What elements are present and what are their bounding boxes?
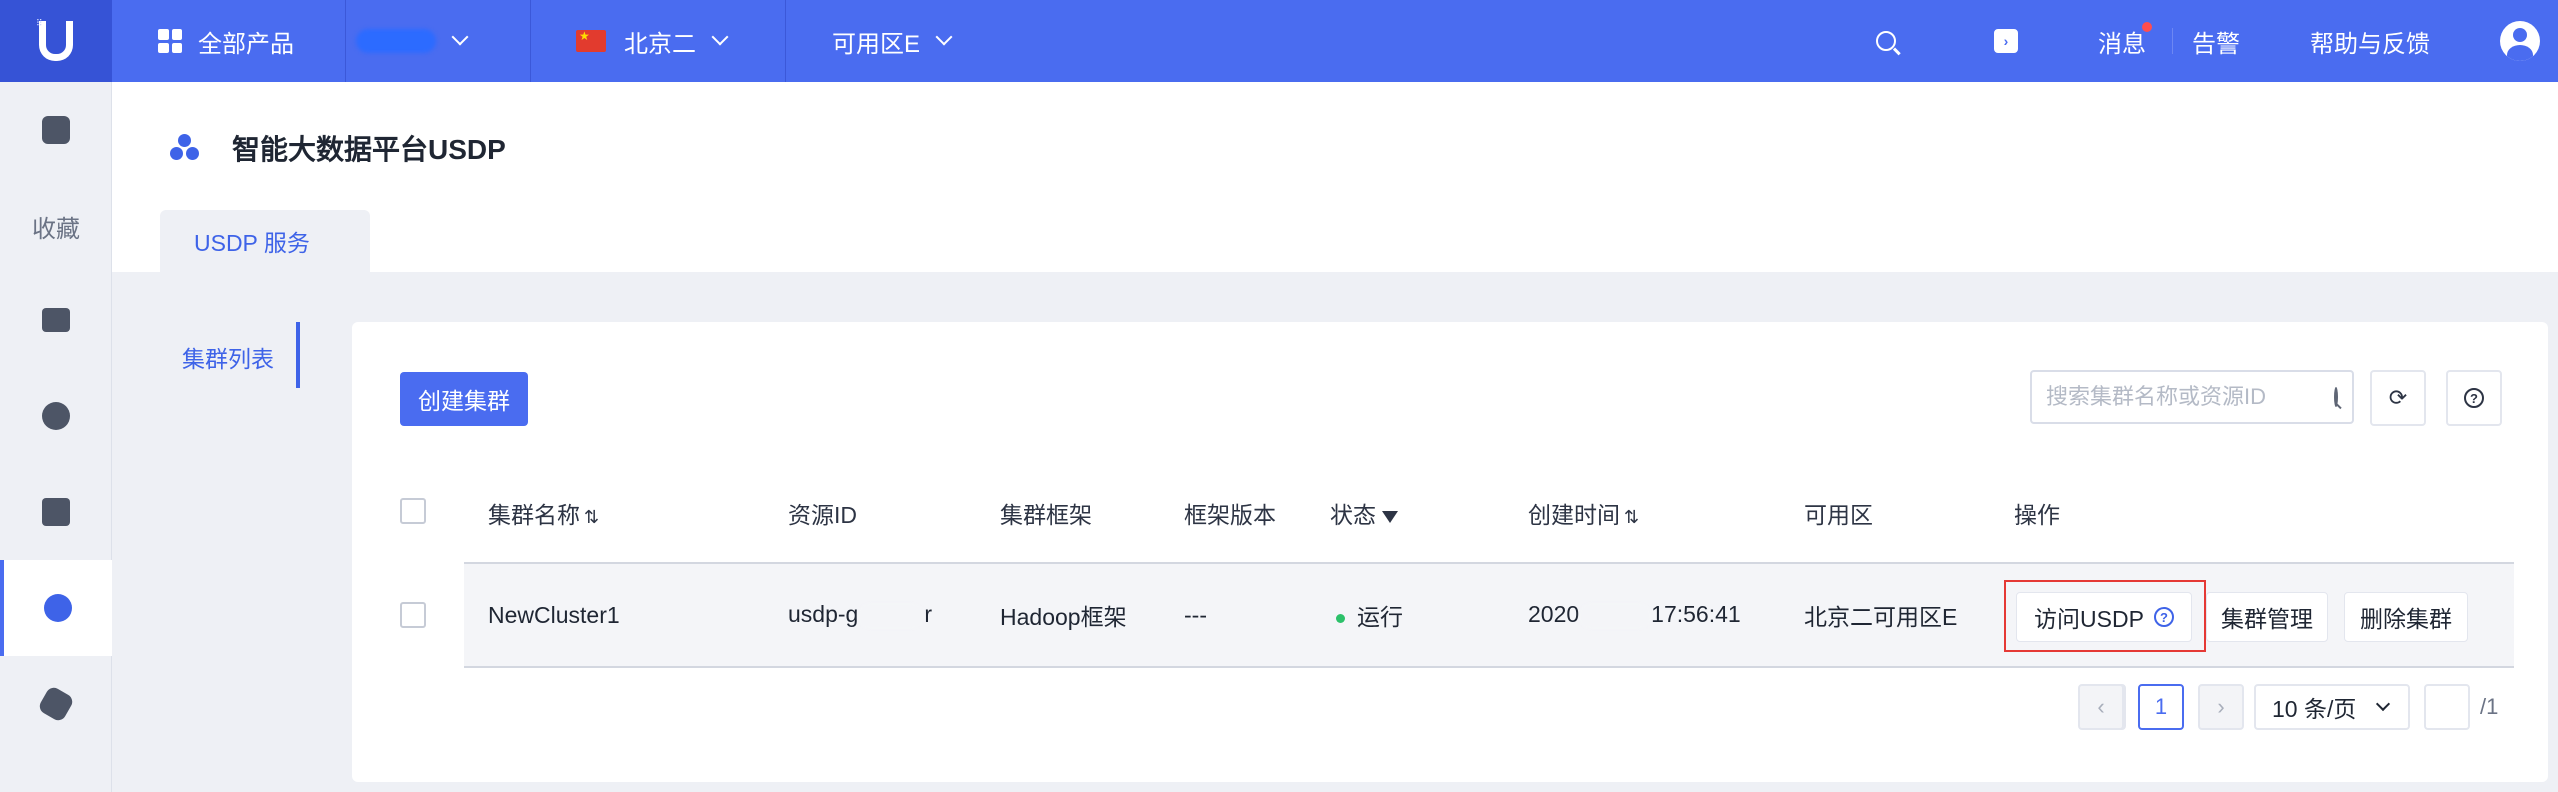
create-cluster-button[interactable]: 创建集群 [400,372,528,426]
row-checkbox[interactable] [400,602,426,628]
refresh-button[interactable]: ⟳ [2370,370,2426,426]
zone-selector[interactable]: 可用区E [832,0,953,82]
chevron-down-icon [451,28,469,46]
console-terminal-button[interactable]: › [1994,0,2018,82]
sidebar-item-chat[interactable] [0,82,112,178]
sidebar-item-favorites[interactable]: 收藏 [0,178,112,274]
usdp-product-icon [170,134,200,164]
ucloud-logo[interactable]: ⠿ [0,0,112,82]
search-icon [1876,31,1896,51]
bigdata-icon [44,594,72,622]
top-navigation-bar: ⠿ 全部产品 北京二 可用区E › 消息 告警 帮助与反馈 [0,0,2558,82]
table-row: NewCluster1 usdp-g r Hadoop框架 --- 运行 2020… [464,562,2514,668]
table-header: 集群名称 ⇅ 资源ID 集群框架 框架版本 状态 创建时间 ⇅ 可用区 操作 [464,480,2514,546]
column-header-framework: 集群框架 [1000,502,1092,528]
region-label: 北京二 [624,30,696,58]
cluster-name[interactable]: NewCluster1 [488,602,620,629]
question-icon: ? [2464,388,2484,408]
favorites-label: 收藏 [32,215,80,243]
sidebar-item-ai[interactable] [0,656,112,752]
all-products-menu[interactable]: 全部产品 [158,0,294,82]
redacted-mask [1579,602,1652,629]
highlight-box [2004,580,2206,652]
logo-dots-icon: ⠿ [36,18,43,28]
storage-icon [42,498,70,526]
network-icon [42,402,70,430]
filter-icon[interactable] [1382,510,1398,523]
unread-dot [2142,22,2152,32]
search-field[interactable] [2030,370,2354,424]
project-name-redacted [356,29,436,53]
page-title: 智能大数据平台USDP [232,134,506,165]
subnav-cluster-list[interactable]: 集群列表 [182,340,274,374]
pagination-next-button[interactable]: › [2198,684,2244,730]
pagination-page-1[interactable]: 1 [2138,684,2184,730]
zone-label: 可用区E [832,30,921,58]
page-jump-input[interactable] [2424,684,2470,730]
search-input[interactable] [2046,384,2334,410]
sort-icon[interactable]: ⇅ [1624,507,1639,527]
chevron-down-icon [935,28,953,46]
sidebar-item-network[interactable] [0,368,112,464]
left-sidebar: 收藏 [0,82,112,792]
page-size-select[interactable]: 10 条/页 [2254,684,2410,730]
sidebar-item-storage[interactable] [0,464,112,560]
server-icon [42,308,70,332]
page-total: /1 [2480,694,2499,719]
page-header: 智能大数据平台USDP USDP 服务 [112,82,2558,272]
column-header-created[interactable]: 创建时间 ⇅ [1528,496,1639,530]
select-all-checkbox[interactable] [400,498,426,524]
framework: Hadoop框架 [1000,604,1127,630]
manage-cluster-button[interactable]: 集群管理 [2206,592,2328,642]
pagination-prev-button[interactable]: ‹ [2078,684,2124,730]
resource-id: usdp-g r [788,601,932,629]
sidebar-item-bigdata[interactable] [0,560,112,656]
alerts-link[interactable]: 告警 [2192,0,2240,82]
china-flag-icon [576,29,606,52]
region-selector[interactable]: 北京二 [576,0,729,82]
logo-u-icon [39,21,73,61]
grid-icon [158,29,182,53]
help-feedback-link[interactable]: 帮助与反馈 [2310,0,2430,82]
user-avatar-button[interactable] [2500,0,2540,82]
refresh-icon: ⟳ [2388,385,2408,410]
column-header-actions: 操作 [2014,502,2060,528]
delete-cluster-button[interactable]: 删除集群 [2344,592,2468,642]
messages-link[interactable]: 消息 [2098,0,2146,82]
redacted-mask [858,602,925,629]
project-selector[interactable] [356,0,469,82]
search-icon[interactable] [2334,387,2338,407]
cluster-list-card: 创建集群 ⟳ ? 集群名称⇅ 资源ID 集群框架 框架版本 状态 创建时间⇅ 可… [352,322,2548,782]
terminal-icon: › [1994,29,2018,53]
status: 运行 [1336,598,1403,632]
alerts-label: 告警 [2192,30,2240,58]
column-header-name[interactable]: 集群名称 ⇅ [488,496,599,530]
global-search-button[interactable] [1876,0,1896,82]
tab-usdp-service[interactable]: USDP 服务 [160,210,370,272]
sidebar-item-server[interactable] [0,272,112,368]
help-feedback-label: 帮助与反馈 [2310,30,2430,58]
chevron-down-icon [711,28,729,46]
chevron-down-icon [2376,696,2391,712]
status-running-dot [1336,614,1345,624]
all-products-label: 全部产品 [198,30,294,58]
created-time: 2020 17:56:41 [1528,601,1741,629]
column-header-resource-id: 资源ID [788,502,857,528]
messages-label: 消息 [2098,30,2146,58]
column-header-status[interactable]: 状态 [1330,496,1398,530]
framework-version: --- [1184,601,1207,628]
zone: 北京二可用区E [1804,604,1958,630]
tab-label: USDP 服务 [194,230,310,256]
sort-icon[interactable]: ⇅ [584,507,599,527]
column-header-version: 框架版本 [1184,502,1276,528]
list-chat-icon [42,116,70,144]
user-avatar-icon [2500,21,2540,61]
column-header-zone: 可用区 [1804,502,1873,528]
hexagon-icon [36,684,76,724]
subnav-active-indicator [296,322,300,388]
help-button[interactable]: ? [2446,370,2502,426]
